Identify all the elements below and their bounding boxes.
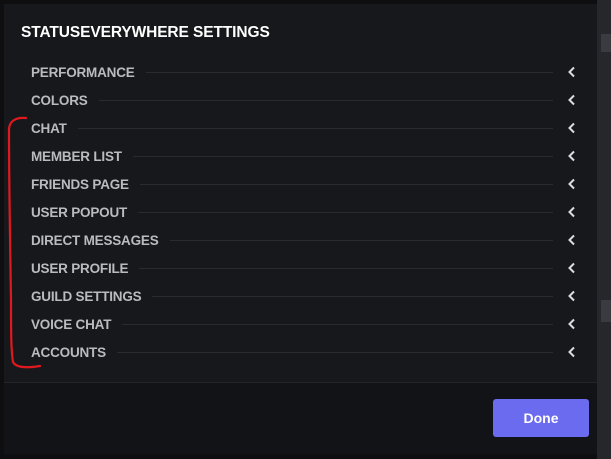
- chevron-left-icon[interactable]: [565, 149, 579, 163]
- chevron-left-icon[interactable]: [565, 65, 579, 79]
- section-friends-page[interactable]: FRIENDS PAGE: [4, 170, 597, 198]
- section-divider: [77, 127, 553, 129]
- section-accounts[interactable]: ACCOUNTS: [4, 338, 597, 366]
- chevron-left-icon[interactable]: [565, 121, 579, 135]
- chevron-left-icon[interactable]: [565, 289, 579, 303]
- chevron-left-icon[interactable]: [565, 317, 579, 331]
- section-label: ACCOUNTS: [31, 344, 106, 360]
- settings-modal: STATUSEVERYWHERE SETTINGS PERFORMANCE CO…: [4, 4, 597, 454]
- section-divider: [139, 183, 553, 185]
- section-label: PERFORMANCE: [31, 64, 135, 80]
- background-window-edge: [597, 0, 611, 459]
- section-chat[interactable]: CHAT: [4, 114, 597, 142]
- section-divider: [98, 99, 553, 101]
- chevron-left-icon[interactable]: [565, 345, 579, 359]
- section-label: FRIENDS PAGE: [31, 176, 129, 192]
- modal-footer: Done: [4, 382, 597, 454]
- section-divider: [138, 211, 553, 213]
- settings-section-list: PERFORMANCE COLORS CHAT MEMBER LIST FRIE…: [4, 58, 597, 366]
- chevron-left-icon[interactable]: [565, 205, 579, 219]
- section-direct-messages[interactable]: DIRECT MESSAGES: [4, 226, 597, 254]
- section-divider: [122, 323, 553, 325]
- section-divider: [152, 295, 553, 297]
- done-button[interactable]: Done: [493, 399, 589, 437]
- section-user-profile[interactable]: USER PROFILE: [4, 254, 597, 282]
- section-divider: [169, 239, 553, 241]
- section-label: DIRECT MESSAGES: [31, 232, 159, 248]
- section-label: MEMBER LIST: [31, 148, 122, 164]
- section-label: USER POPOUT: [31, 204, 128, 220]
- section-label: VOICE CHAT: [31, 316, 112, 332]
- section-user-popout[interactable]: USER POPOUT: [4, 198, 597, 226]
- section-performance[interactable]: PERFORMANCE: [4, 58, 597, 86]
- section-divider: [139, 267, 553, 269]
- section-label: GUILD SETTINGS: [31, 288, 142, 304]
- section-divider: [145, 71, 553, 73]
- section-divider: [132, 155, 553, 157]
- chevron-left-icon[interactable]: [565, 233, 579, 247]
- chevron-left-icon[interactable]: [565, 93, 579, 107]
- chevron-left-icon[interactable]: [565, 177, 579, 191]
- modal-title: STATUSEVERYWHERE SETTINGS: [21, 24, 270, 41]
- section-colors[interactable]: COLORS: [4, 86, 597, 114]
- section-label: CHAT: [31, 120, 67, 136]
- chevron-left-icon[interactable]: [565, 261, 579, 275]
- section-label: COLORS: [31, 92, 88, 108]
- section-member-list[interactable]: MEMBER LIST: [4, 142, 597, 170]
- section-divider: [116, 351, 553, 353]
- section-label: USER PROFILE: [31, 260, 129, 276]
- section-voice-chat[interactable]: VOICE CHAT: [4, 310, 597, 338]
- section-guild-settings[interactable]: GUILD SETTINGS: [4, 282, 597, 310]
